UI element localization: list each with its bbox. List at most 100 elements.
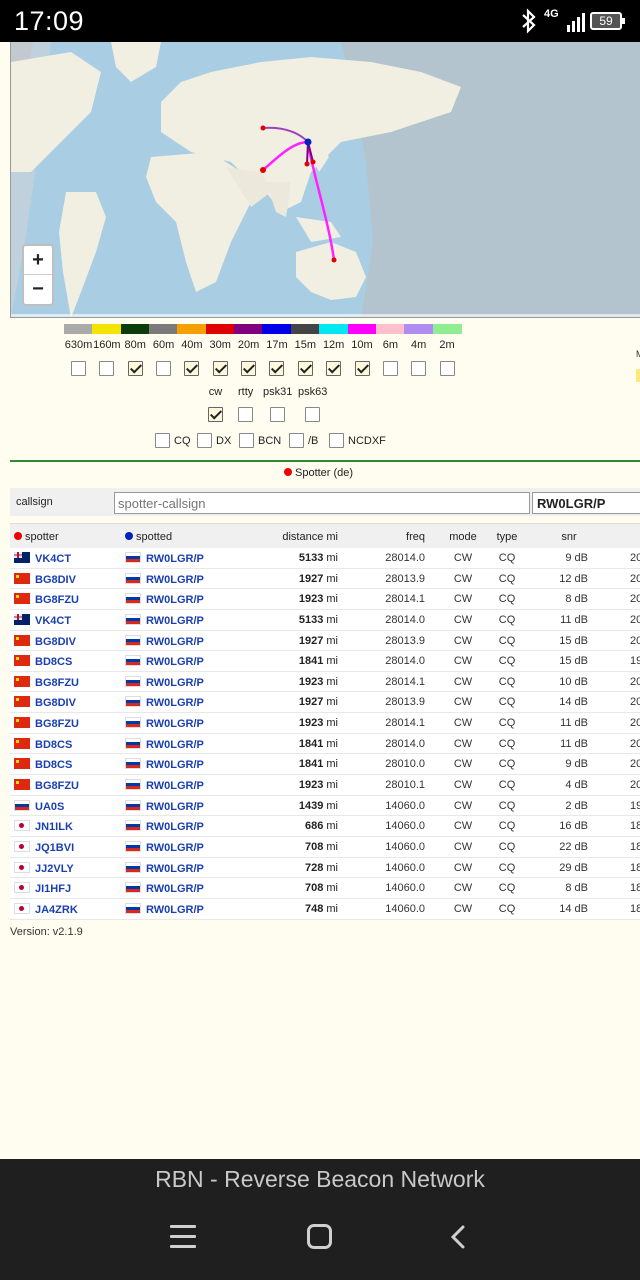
band-checkbox-30m[interactable] — [212, 361, 228, 376]
type-cell: CQ — [498, 552, 516, 564]
spotted-callsign-link[interactable]: RW0LGR/P — [146, 739, 204, 751]
band-checkbox-60m[interactable] — [156, 361, 172, 376]
table-row[interactable]: BG8DIV RW0LGR/P 1927 mi 28013.9 CW CQ 12 dB 20 — [10, 568, 640, 590]
spotter-callsign-link[interactable]: JN1ILK — [35, 821, 73, 833]
header-mode[interactable]: mode — [448, 531, 478, 543]
browser-title-bar[interactable]: RBN - Reverse Beacon Network — [0, 1159, 640, 1201]
header-snr[interactable]: snr — [550, 531, 588, 543]
spotted-callsign-link[interactable]: RW0LGR/P — [146, 759, 204, 771]
spotted-callsign-link[interactable]: RW0LGR/P — [146, 780, 204, 792]
table-row[interactable]: VK4CT RW0LGR/P 5133 mi 28014.0 CW CQ 11 dB 20 — [10, 609, 640, 631]
spotted-callsign-link[interactable]: RW0LGR/P — [146, 553, 204, 565]
table-row[interactable]: BG8FZU RW0LGR/P 1923 mi 28014.1 CW CQ 11 dB 20 — [10, 713, 640, 734]
spotter-callsign-link[interactable]: BG8FZU — [35, 718, 79, 730]
spotter-callsign-link[interactable]: VK4CT — [35, 553, 71, 565]
spotter-callsign-input[interactable] — [114, 492, 530, 514]
spotted-callsign-link[interactable]: RW0LGR/P — [146, 718, 204, 730]
type-checkbox[interactable] — [239, 433, 254, 448]
band-checkbox-15m[interactable] — [297, 361, 313, 376]
band-checkbox-12m[interactable] — [326, 361, 342, 376]
spotter-callsign-link[interactable]: UA0S — [35, 801, 64, 813]
spotted-callsign-link[interactable]: RW0LGR/P — [146, 821, 204, 833]
spotter-callsign-link[interactable]: BG8DIV — [35, 697, 76, 709]
header-spotted[interactable]: spotted — [125, 531, 172, 543]
table-row[interactable]: JI1HFJ RW0LGR/P 708 mi 14060.0 CW CQ 8 dB 18 — [10, 878, 640, 899]
spotted-callsign-link[interactable]: RW0LGR/P — [146, 636, 204, 648]
table-row[interactable]: BD8CS RW0LGR/P 1841 mi 28014.0 CW CQ 11 dB 20 — [10, 733, 640, 755]
spotter-callsign-link[interactable]: JQ1BVI — [35, 842, 74, 854]
spotter-callsign-link[interactable]: VK4CT — [35, 615, 71, 627]
spotted-callsign-link[interactable]: RW0LGR/P — [146, 842, 204, 854]
mode-checkbox-psk31[interactable] — [270, 407, 286, 422]
back-icon[interactable] — [448, 1225, 468, 1249]
header-distance[interactable]: distance mi — [250, 531, 338, 543]
mode-checkbox-rtty[interactable] — [238, 407, 254, 422]
band-checkbox-17m[interactable] — [269, 361, 285, 376]
band-checkbox-6m[interactable] — [382, 361, 398, 376]
table-row[interactable]: JQ1BVI RW0LGR/P 708 mi 14060.0 CW CQ 22 dB 18 — [10, 836, 640, 858]
distance-cell: 1841 mi — [250, 655, 338, 667]
band-checkbox-160m[interactable] — [99, 361, 115, 376]
spotter-callsign-link[interactable]: BD8CS — [35, 759, 72, 771]
spotter-callsign-link[interactable]: JI1HFJ — [35, 883, 71, 895]
time-cell: 18 — [630, 902, 640, 915]
time-cell: 20 — [630, 552, 640, 564]
spotted-callsign-link[interactable]: RW0LGR/P — [146, 697, 204, 709]
mode-checkbox-cw[interactable] — [208, 407, 223, 422]
table-row[interactable]: BD8CS RW0LGR/P 1841 mi 28014.0 CW CQ 15 dB 19 — [10, 651, 640, 672]
band-checkbox-10m[interactable] — [354, 361, 370, 376]
spotted-callsign-link[interactable]: RW0LGR/P — [146, 677, 204, 689]
spotter-callsign-link[interactable]: BG8DIV — [35, 574, 76, 586]
table-row[interactable]: BG8FZU RW0LGR/P 1923 mi 28014.1 CW CQ 10 dB 20 — [10, 671, 640, 693]
spotter-callsign-link[interactable]: BD8CS — [35, 656, 72, 668]
table-row[interactable]: VK4CT RW0LGR/P 5133 mi 28014.0 CW CQ 9 dB 20 — [10, 548, 640, 569]
spotter-callsign-link[interactable]: BD8CS — [35, 739, 72, 751]
time-cell: 18 — [630, 882, 640, 895]
spotter-callsign-link[interactable]: JA4ZRK — [35, 904, 78, 916]
band-checkbox-630m[interactable] — [71, 361, 86, 376]
spotter-callsign-link[interactable]: JJ2VLY — [35, 863, 74, 875]
home-icon[interactable] — [307, 1224, 332, 1249]
spotter-cell: BD8CS — [14, 737, 72, 751]
type-checkbox[interactable] — [197, 433, 212, 448]
type-checkbox[interactable] — [329, 433, 344, 448]
menu-icon[interactable] — [170, 1225, 196, 1248]
spotter-callsign-link[interactable]: BG8FZU — [35, 677, 79, 689]
table-row[interactable]: JN1ILK RW0LGR/P 686 mi 14060.0 CW CQ 16 dB 18 — [10, 816, 640, 837]
header-type[interactable]: type — [492, 531, 522, 543]
band-checkbox-20m[interactable] — [241, 361, 257, 376]
table-row[interactable]: BD8CS RW0LGR/P 1841 mi 28010.0 CW CQ 9 dB 20 — [10, 754, 640, 776]
header-spotter[interactable]: spotter — [14, 531, 59, 543]
table-row[interactable]: JA4ZRK RW0LGR/P 748 mi 14060.0 CW CQ 14 dB 18 — [10, 898, 640, 920]
mode-checkbox-psk63[interactable] — [305, 407, 321, 422]
table-row[interactable]: BG8FZU RW0LGR/P 1923 mi 28010.1 CW CQ 4 dB 20 — [10, 775, 640, 796]
band-checkbox-4m[interactable] — [411, 361, 427, 376]
spotted-callsign-input[interactable] — [532, 492, 640, 514]
type-checkbox[interactable] — [155, 433, 170, 448]
zoom-out-button[interactable]: − — [24, 275, 52, 304]
table-row[interactable]: BG8DIV RW0LGR/P 1927 mi 28013.9 CW CQ 15 dB 20 — [10, 630, 640, 652]
spotted-callsign-link[interactable]: RW0LGR/P — [146, 594, 204, 606]
table-row[interactable]: BG8FZU RW0LGR/P 1923 mi 28014.1 CW CQ 8 dB 20 — [10, 589, 640, 610]
table-row[interactable]: JJ2VLY RW0LGR/P 728 mi 14060.0 CW CQ 29 dB 18 — [10, 857, 640, 879]
spotted-callsign-link[interactable]: RW0LGR/P — [146, 656, 204, 668]
band-checkbox-40m[interactable] — [184, 361, 200, 376]
spotted-callsign-link[interactable]: RW0LGR/P — [146, 801, 204, 813]
header-freq[interactable]: freq — [370, 531, 425, 543]
spotted-callsign-link[interactable]: RW0LGR/P — [146, 863, 204, 875]
zoom-in-button[interactable]: + — [24, 246, 52, 275]
world-map[interactable]: + − — [10, 42, 640, 318]
band-checkbox-2m[interactable] — [439, 361, 455, 376]
table-row[interactable]: BG8DIV RW0LGR/P 1927 mi 28013.9 CW CQ 14 dB 20 — [10, 692, 640, 714]
spotted-callsign-link[interactable]: RW0LGR/P — [146, 883, 204, 895]
spotted-callsign-link[interactable]: RW0LGR/P — [146, 574, 204, 586]
spotter-callsign-link[interactable]: BG8FZU — [35, 594, 79, 606]
spotter-callsign-link[interactable]: BG8DIV — [35, 636, 76, 648]
spotter-callsign-link[interactable]: BG8FZU — [35, 780, 79, 792]
table-row[interactable]: UA0S RW0LGR/P 1439 mi 14060.0 CW CQ 2 dB 19 — [10, 795, 640, 817]
snr-cell: 11 dB — [560, 717, 588, 730]
spotted-callsign-link[interactable]: RW0LGR/P — [146, 904, 204, 916]
band-checkbox-80m[interactable] — [127, 361, 143, 376]
spotted-callsign-link[interactable]: RW0LGR/P — [146, 615, 204, 627]
type-checkbox[interactable] — [289, 433, 304, 448]
